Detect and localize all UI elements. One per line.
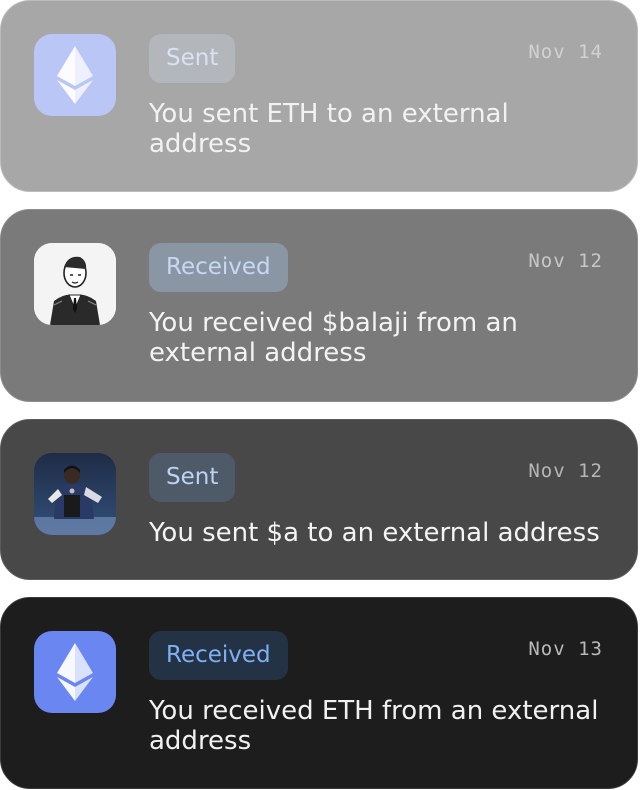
- notification-date: Nov 14: [528, 41, 603, 63]
- notification-date: Nov 13: [528, 638, 603, 660]
- notification-message: You received $balaji from an external ad…: [149, 308, 518, 368]
- notification-message: You received ETH from an external addres…: [149, 696, 599, 756]
- notification-card[interactable]: Sent Nov 14 You sent ETH to an external …: [0, 0, 638, 192]
- status-badge: Received: [149, 243, 288, 292]
- ethereum-icon: [34, 631, 116, 713]
- notification-date: Nov 12: [528, 250, 603, 272]
- ethereum-icon: [34, 34, 116, 116]
- notification-date: Nov 12: [528, 460, 603, 482]
- status-badge: Sent: [149, 453, 236, 502]
- status-badge: Received: [149, 631, 288, 680]
- notification-card[interactable]: Received Nov 13 You received ETH from an…: [0, 597, 638, 789]
- notification-message: You sent $a to an external address: [149, 518, 600, 548]
- notification-message: You sent ETH to an external address: [149, 99, 509, 159]
- person-photo-avatar: [34, 453, 116, 535]
- status-badge: Sent: [149, 34, 236, 83]
- notification-card[interactable]: Received Nov 12 You received $balaji fro…: [0, 209, 638, 402]
- notification-card[interactable]: Sent Nov 12 You sent $a to an external a…: [0, 419, 638, 580]
- person-sketch-avatar: [34, 243, 116, 325]
